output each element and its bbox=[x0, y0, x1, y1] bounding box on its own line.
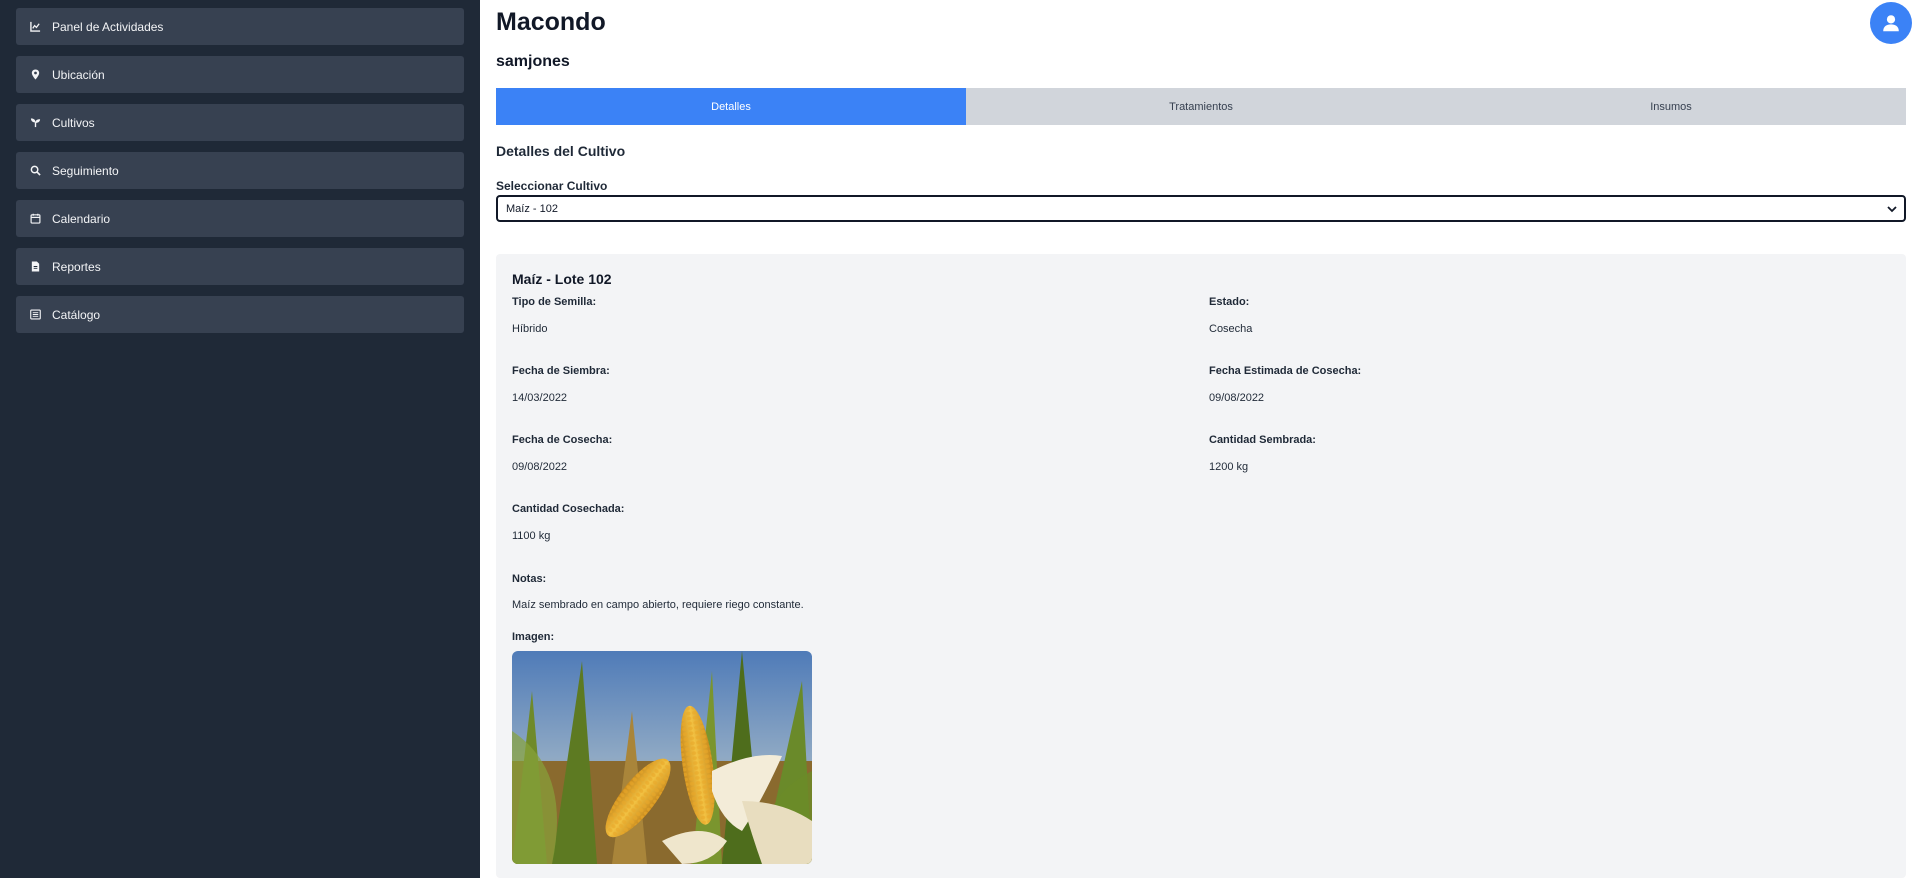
sidebar-item-label: Cultivos bbox=[52, 115, 95, 130]
calendar-icon bbox=[26, 212, 44, 226]
harvested-quantity-value: 1100 kg bbox=[512, 530, 551, 542]
estimated-harvest-label: Fecha Estimada de Cosecha: bbox=[1209, 365, 1362, 377]
section-title: Detalles del Cultivo bbox=[496, 143, 626, 159]
sidebar-item-label: Catálogo bbox=[52, 307, 101, 322]
sidebar: Panel de Actividades Ubicación Cultivos … bbox=[0, 0, 480, 878]
sidebar-item-label: Reportes bbox=[52, 259, 101, 274]
seed-type-value: Híbrido bbox=[512, 323, 548, 335]
sidebar-item-catalogo[interactable]: Catálogo bbox=[16, 296, 464, 333]
sidebar-item-seguimiento[interactable]: Seguimiento bbox=[16, 152, 464, 189]
page-title: Macondo bbox=[496, 8, 606, 36]
chart-line-icon bbox=[26, 20, 44, 34]
status-value: Cosecha bbox=[1209, 323, 1253, 335]
tab-tratamientos[interactable]: Tratamientos bbox=[966, 88, 1436, 125]
sidebar-item-label: Ubicación bbox=[52, 67, 105, 82]
sidebar-item-calendario[interactable]: Calendario bbox=[16, 200, 464, 237]
tab-detalles[interactable]: Detalles bbox=[496, 88, 966, 125]
harvest-date-value: 09/08/2022 bbox=[512, 461, 568, 473]
harvested-quantity-label: Cantidad Cosechada: bbox=[512, 503, 625, 515]
harvest-date-label: Fecha de Cosecha: bbox=[512, 434, 613, 446]
seed-type-label: Tipo de Semilla: bbox=[512, 296, 597, 308]
image-label: Imagen: bbox=[512, 631, 555, 643]
sowing-date-value: 14/03/2022 bbox=[512, 392, 568, 404]
select-label: Seleccionar Cultivo bbox=[496, 179, 608, 193]
seedling-icon bbox=[26, 116, 44, 130]
crop-select[interactable]: Maíz - 102 bbox=[496, 195, 1906, 222]
status-label: Estado: bbox=[1209, 296, 1250, 308]
search-icon bbox=[26, 164, 44, 178]
sidebar-item-ubicacion[interactable]: Ubicación bbox=[16, 56, 464, 93]
card-title: Maíz - Lote 102 bbox=[512, 271, 612, 287]
crop-image bbox=[512, 651, 812, 864]
notes-label: Notas: bbox=[512, 573, 547, 585]
sidebar-item-cultivos[interactable]: Cultivos bbox=[16, 104, 464, 141]
notes-value: Maíz sembrado en campo abierto, requiere… bbox=[512, 599, 804, 611]
file-icon bbox=[26, 260, 44, 274]
sidebar-item-label: Seguimiento bbox=[52, 163, 119, 178]
tab-bar: Detalles Tratamientos Insumos bbox=[496, 88, 1906, 125]
crop-detail-card: Maíz - Lote 102 Tipo de Semilla: Híbrido… bbox=[496, 254, 1906, 878]
sidebar-item-panel-actividades[interactable]: Panel de Actividades bbox=[16, 8, 464, 45]
main-content: Macondo samjones Detalles Tratamientos I… bbox=[496, 0, 1912, 878]
sown-quantity-label: Cantidad Sembrada: bbox=[1209, 434, 1316, 446]
sowing-date-label: Fecha de Siembra: bbox=[512, 365, 610, 377]
sown-quantity-value: 1200 kg bbox=[1209, 461, 1249, 473]
user-avatar-button[interactable] bbox=[1870, 2, 1912, 44]
tab-insumos[interactable]: Insumos bbox=[1436, 88, 1906, 125]
chevron-down-icon bbox=[1887, 206, 1897, 213]
crop-select-value: Maíz - 102 bbox=[506, 202, 558, 215]
estimated-harvest-value: 09/08/2022 bbox=[1209, 392, 1265, 404]
username: samjones bbox=[496, 53, 570, 70]
user-icon bbox=[1883, 15, 1899, 32]
sidebar-item-label: Panel de Actividades bbox=[52, 19, 164, 34]
sidebar-item-label: Calendario bbox=[52, 211, 111, 226]
list-icon bbox=[26, 308, 44, 322]
sidebar-item-reportes[interactable]: Reportes bbox=[16, 248, 464, 285]
map-pin-icon bbox=[26, 68, 44, 82]
